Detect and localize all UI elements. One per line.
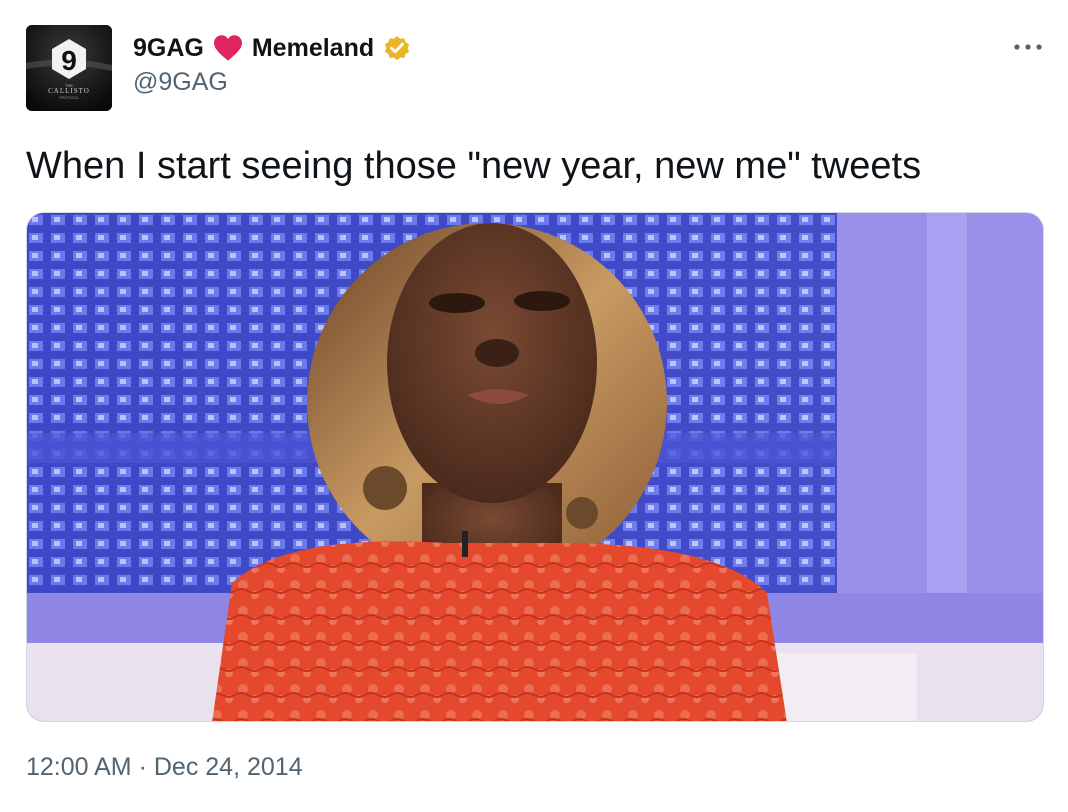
gold-verified-badge-icon [385, 36, 410, 61]
tweet-media[interactable] [26, 212, 1044, 722]
more-dots-icon [1014, 44, 1042, 50]
tweet-text: When I start seeing those "new year, new… [26, 145, 922, 187]
heart-icon [213, 35, 242, 61]
avatar[interactable]: 9 THE CALLISTO PROTOCOL [26, 25, 112, 111]
author-name-row[interactable]: 9GAG Memeland [133, 31, 412, 65]
meme-photo [27, 213, 1043, 721]
account-handle[interactable]: @9GAG [133, 68, 228, 97]
svg-text:9: 9 [61, 45, 77, 76]
svg-text:PROTOCOL: PROTOCOL [59, 96, 79, 100]
tweet-date-link[interactable]: Dec 24, 2014 [154, 753, 303, 781]
tweet-timestamp: 12:00 AM · Dec 24, 2014 [26, 753, 303, 782]
second-name[interactable]: Memeland [252, 34, 374, 63]
avatar-image: 9 THE CALLISTO PROTOCOL [26, 25, 112, 111]
more-options-button[interactable] [1010, 33, 1046, 61]
svg-text:CALLISTO: CALLISTO [48, 87, 90, 95]
tweet-time-link[interactable]: 12:00 AM [26, 753, 132, 781]
timestamp-separator: · [138, 753, 147, 781]
display-name[interactable]: 9GAG [133, 34, 204, 63]
